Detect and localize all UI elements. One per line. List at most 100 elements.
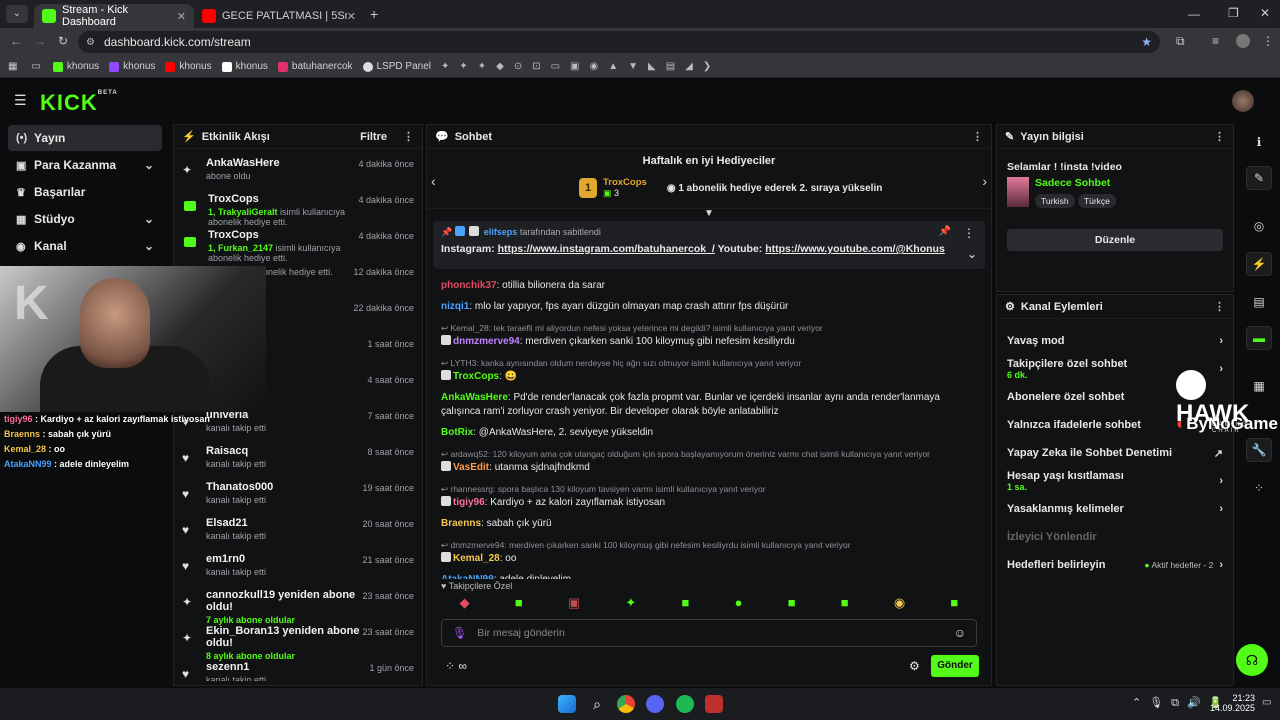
- pin-toggle-icon[interactable]: 📌: [939, 226, 951, 237]
- sidebar-item-para-kazanma[interactable]: ▣ Para Kazanma ⌄: [8, 152, 162, 178]
- capture-icon[interactable]: ◎: [1246, 214, 1272, 238]
- youtube-link[interactable]: https://www.youtube.com/@Khonus: [765, 243, 945, 255]
- close-window-button[interactable]: ✕: [1260, 6, 1270, 20]
- emote-icon[interactable]: ■: [788, 595, 796, 611]
- restore-button[interactable]: ❐: [1228, 6, 1239, 20]
- emote-icon[interactable]: ■: [682, 595, 690, 611]
- activity-item[interactable]: ✦ AnkaWasHere abone oldu 4 dakika önce: [174, 153, 422, 189]
- bookmark-khonus-twitch[interactable]: khonus: [109, 61, 155, 72]
- chat-message[interactable]: BotRix: @AnkaWasHere, 2. seviyeye yüksel…: [427, 426, 991, 440]
- emote-icon[interactable]: ■: [515, 595, 523, 611]
- instagram-link[interactable]: https://www.instagram.com/batuhanercok_/: [498, 243, 715, 255]
- minimize-button[interactable]: —: [1188, 7, 1200, 21]
- windows-start-icon[interactable]: [558, 695, 576, 713]
- chat-username[interactable]: dnmzmerve94: [453, 336, 520, 347]
- tab-kick-dashboard[interactable]: Stream - Kick Dashboard ✕: [34, 4, 194, 28]
- tab-search-button[interactable]: ⌄: [6, 5, 28, 23]
- more-options-icon[interactable]: ⋮: [963, 226, 975, 240]
- url-input[interactable]: ⚙ dashboard.kick.com/stream ★: [78, 31, 1160, 53]
- document-icon[interactable]: ▤: [1246, 290, 1272, 314]
- chat-username[interactable]: Kemal_28: [453, 553, 500, 564]
- channel-action-item[interactable]: Yapay Zeka ile Sohbet Denetimi ↗: [997, 439, 1233, 467]
- sidebar-item-kanal[interactable]: ◉ Kanal ⌄: [8, 233, 162, 259]
- lightning-rail-icon[interactable]: ⚡: [1246, 252, 1272, 276]
- activity-item[interactable]: ♥ sezenn1 kanalı takip etti 1 gün önce: [174, 657, 422, 681]
- activity-item[interactable]: ✦ Ekin_Boran13 yeniden abone oldu! 8 aylık…: [174, 621, 422, 661]
- chevron-right-icon[interactable]: ›: [982, 173, 987, 189]
- emote-icon[interactable]: ◆: [460, 595, 470, 611]
- info-icon[interactable]: ℹ: [1246, 130, 1272, 154]
- tab-youtube[interactable]: GECE PATLATMASI | 5Sriders | M ✕: [194, 4, 364, 28]
- chevron-left-icon[interactable]: ‹: [431, 173, 436, 189]
- filter-button[interactable]: Filtre: [360, 131, 387, 143]
- sidebar-item-studyo[interactable]: ▦ Stüdyo ⌄: [8, 206, 162, 232]
- bookmark-khonus-x[interactable]: khonus: [221, 61, 268, 72]
- spotify-icon[interactable]: [676, 695, 694, 713]
- chat-username[interactable]: AnkaWasHere: [441, 392, 508, 403]
- forward-icon[interactable]: →: [34, 34, 46, 48]
- wrench-icon[interactable]: 🔧: [1246, 438, 1272, 462]
- close-icon[interactable]: ✕: [177, 10, 186, 23]
- chat-message[interactable]: AnkaWasHere: Pd'de render'lanacak çok fa…: [427, 391, 991, 419]
- send-button[interactable]: Gönder: [931, 655, 979, 677]
- activity-item[interactable]: ♥ em1rn0 kanalı takip etti 21 saat önce: [174, 549, 422, 585]
- close-icon[interactable]: ✕: [347, 10, 356, 23]
- new-tab-button[interactable]: +: [370, 6, 378, 22]
- bookmark-instagram[interactable]: batuhanercok: [277, 61, 353, 72]
- channel-action-item[interactable]: Yasaklanmış kelimeler ›: [997, 495, 1233, 523]
- chat-username[interactable]: Braenns: [441, 518, 481, 529]
- activity-item[interactable]: ♥ Thanatos000 kanalı takip etti 19 saat önc…: [174, 477, 422, 513]
- pinned-by-user[interactable]: elifseps: [484, 227, 518, 237]
- channel-action-item[interactable]: Yavaş mod ›: [997, 327, 1233, 355]
- chat-username[interactable]: AtakaNN99: [441, 574, 494, 579]
- chat-message[interactable]: nizqi1: mlo lar yapıyor, fps ayarı düzgü…: [427, 300, 991, 314]
- discord-icon[interactable]: [646, 695, 664, 713]
- chat-message[interactable]: ↩ Kemal_28: tek taraefli mi aliyordun ne…: [427, 321, 991, 349]
- category-name[interactable]: Sadece Sohbet: [1035, 177, 1116, 189]
- more-options-icon[interactable]: ⋮: [1214, 130, 1225, 143]
- microphone-icon[interactable]: 🎙: [452, 626, 467, 640]
- chevron-down-icon[interactable]: ⌄: [967, 247, 977, 261]
- more-options-icon[interactable]: ⋮: [403, 130, 414, 143]
- activity-item[interactable]: TroxCops 1, TrakyaliGeralt isimli kullanı…: [174, 189, 422, 227]
- emote-icon[interactable]: ▣: [568, 595, 580, 611]
- chat-username[interactable]: tigiy96: [453, 497, 485, 508]
- media-icon[interactable]: ≡: [1212, 34, 1219, 48]
- bookmark-icon-strip[interactable]: ✦✦✦◆⊙⊡▭▣◉▲▼◣▤◢❯: [441, 61, 721, 72]
- tag-turkce[interactable]: Türkçe: [1077, 194, 1116, 208]
- chat-message[interactable]: ↩ rhannessrg: spora başlıca 130 kiloyum …: [427, 482, 991, 510]
- back-icon[interactable]: ←: [10, 34, 22, 48]
- edit-button[interactable]: Düzenle: [1007, 229, 1223, 251]
- kick-logo[interactable]: KICKBETA: [40, 90, 118, 116]
- chat-username[interactable]: nizqi1: [441, 301, 469, 312]
- app-icon[interactable]: [705, 695, 723, 713]
- sidebar-item-yayin[interactable]: (•) Yayın: [8, 125, 162, 151]
- bookmark-lspd-panel[interactable]: LSPD Panel: [362, 61, 431, 72]
- chat-message[interactable]: ↩ dnmzmerve94: merdiven çıkarken sanki 1…: [427, 538, 991, 566]
- activity-item[interactable]: ♥ Elsad21 kanalı takip etti 20 saat önce: [174, 513, 422, 549]
- emote-icon[interactable]: ■: [950, 595, 958, 611]
- emote-icon[interactable]: ●: [735, 595, 743, 611]
- more-options-icon[interactable]: ⋮: [1214, 300, 1225, 313]
- activity-item[interactable]: ✦ cannozkull19 yeniden abone oldu! 7 aylık…: [174, 585, 422, 625]
- folder-icon[interactable]: ▭: [31, 61, 40, 72]
- profile-avatar[interactable]: [1236, 34, 1250, 48]
- chat-tools-icon[interactable]: ⁘ ∞: [445, 659, 467, 673]
- browser-menu-icon[interactable]: ⋮: [1262, 34, 1274, 48]
- more-options-icon[interactable]: ⋮: [972, 130, 983, 143]
- edit-pencil-icon[interactable]: ✎: [1246, 166, 1272, 190]
- emoji-icon[interactable]: ☺: [954, 626, 966, 640]
- chat-input[interactable]: 🎙 Bir mesaj gönderin ☺: [441, 619, 977, 647]
- chat-rail-icon[interactable]: ▬: [1246, 326, 1272, 350]
- apps-icon[interactable]: ▦: [8, 61, 17, 72]
- bookmark-star-icon[interactable]: ★: [1141, 35, 1152, 49]
- bookmark-khonus-youtube[interactable]: khonus: [165, 61, 212, 72]
- hamburger-menu-icon[interactable]: ☰: [14, 92, 27, 109]
- chat-message[interactable]: ↩ LYTH3: kanka aynısından oldum nerdeyse…: [427, 356, 991, 384]
- chrome-icon[interactable]: [617, 695, 635, 713]
- scroll-down-icon[interactable]: ▼: [427, 209, 991, 219]
- cluster-icon[interactable]: ⁘: [1246, 476, 1272, 500]
- chat-username[interactable]: phonchik37: [441, 280, 497, 291]
- emote-icon[interactable]: ◉: [894, 595, 905, 611]
- support-headset-button[interactable]: ☊: [1236, 644, 1268, 676]
